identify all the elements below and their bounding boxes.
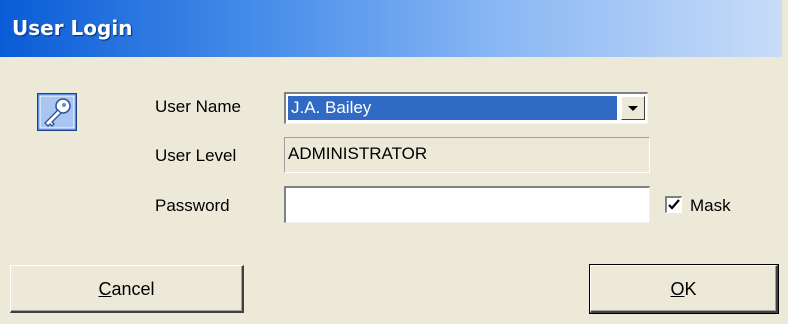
triangle-down-icon: [628, 106, 638, 111]
mask-checkbox[interactable]: [665, 196, 682, 213]
user-name-selected: J.A. Bailey: [288, 96, 617, 120]
cancel-button-label: Cancel: [98, 279, 155, 299]
key-icon: [37, 93, 77, 131]
password-label: Password: [155, 196, 230, 215]
user-name-dropdown[interactable]: J.A. Bailey: [284, 92, 648, 124]
login-dialog: User Login User Name J.A. Bailey User Le…: [0, 0, 789, 324]
dropdown-button[interactable]: [621, 96, 645, 120]
user-name-label: User Name: [155, 97, 241, 116]
user-level-label: User Level: [155, 146, 237, 165]
title-bar[interactable]: User Login: [0, 0, 782, 57]
ok-button-label: OK: [670, 279, 697, 299]
password-input[interactable]: [284, 186, 650, 223]
checkmark-icon: [668, 199, 680, 210]
window-title: User Login: [12, 16, 133, 40]
mask-label: Mask: [690, 196, 731, 215]
user-level-value: ADMINISTRATOR: [284, 137, 650, 173]
cancel-button[interactable]: Cancel: [10, 265, 244, 313]
ok-button[interactable]: OK: [589, 264, 779, 314]
